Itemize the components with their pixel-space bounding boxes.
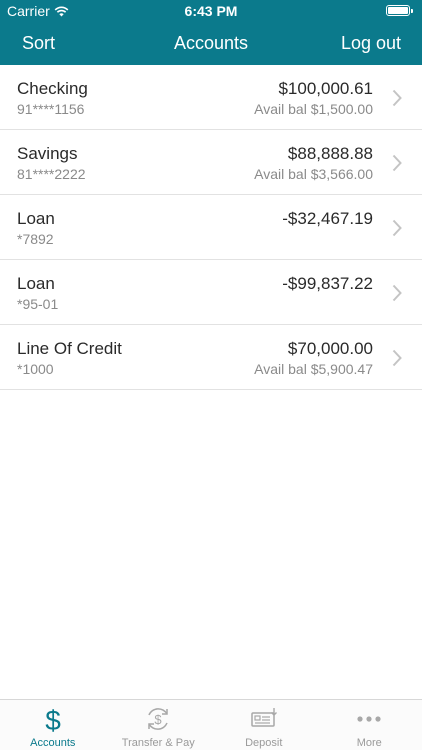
account-name: Line Of Credit — [17, 339, 122, 358]
tab-transfer-pay-label: Transfer & Pay — [121, 737, 195, 749]
tab-more[interactable]: More — [317, 700, 422, 750]
account-row-savings[interactable]: Savings 81****2222 $88,888.88 Avail bal … — [0, 130, 422, 195]
account-name: Loan — [17, 274, 55, 293]
status-bar: Carrier 6:43 PM — [0, 0, 422, 22]
account-name: Savings — [17, 144, 78, 163]
available-balance: Avail bal $3,566.00 — [254, 166, 373, 182]
account-number: *95-01 — [17, 296, 59, 312]
tab-deposit-label: Deposit — [245, 737, 283, 749]
battery-icon — [386, 5, 413, 16]
account-balance: -$32,467.19 — [282, 209, 373, 228]
account-balance: -$99,837.22 — [282, 274, 373, 293]
tab-transfer-pay[interactable]: $ Transfer & Pay — [106, 700, 212, 750]
account-row-loan-95-01[interactable]: Loan *95-01 -$99,837.22 — [0, 260, 422, 325]
chevron-right-icon — [392, 349, 402, 367]
svg-text:$: $ — [155, 712, 163, 727]
more-dots-icon — [357, 716, 381, 722]
chevron-right-icon — [392, 89, 402, 107]
app-header: Carrier 6:43 PM Sort Accounts Log out — [0, 0, 422, 65]
tab-deposit[interactable]: Deposit — [211, 700, 317, 750]
account-row-checking[interactable]: Checking 91****1156 $100,000.61 Avail ba… — [0, 65, 422, 130]
account-number: *1000 — [17, 361, 54, 377]
dollar-icon: $ — [45, 705, 61, 733]
tab-more-label: More — [356, 737, 382, 749]
logout-button[interactable]: Log out — [341, 33, 401, 54]
account-number: 91****1156 — [17, 101, 85, 117]
transfer-dollar-icon: $ — [148, 708, 168, 730]
status-time: 6:43 PM — [184, 3, 238, 19]
account-name: Checking — [17, 79, 88, 98]
account-row-line-of-credit[interactable]: Line Of Credit *1000 $70,000.00 Avail ba… — [0, 325, 422, 390]
accounts-list: Checking 91****1156 $100,000.61 Avail ba… — [0, 65, 422, 390]
available-balance: Avail bal $5,900.47 — [254, 361, 373, 377]
svg-text:$: $ — [45, 705, 61, 733]
account-balance: $100,000.61 — [278, 79, 373, 98]
chevron-right-icon — [392, 154, 402, 172]
tab-accounts[interactable]: $ Accounts — [0, 700, 106, 750]
tab-accounts-label: Accounts — [30, 737, 76, 749]
chevron-right-icon — [392, 219, 402, 237]
available-balance: Avail bal $1,500.00 — [254, 101, 373, 117]
tab-bar: $ Accounts $ Transfer & Pay Deposit More — [0, 699, 422, 750]
check-deposit-icon — [251, 708, 277, 727]
account-balance: $70,000.00 — [287, 339, 373, 358]
account-row-loan-7892[interactable]: Loan *7892 -$32,467.19 — [0, 195, 422, 260]
account-number: *7892 — [17, 231, 54, 247]
account-name: Loan — [17, 209, 55, 228]
chevron-right-icon — [392, 284, 402, 302]
account-number: 81****2222 — [17, 166, 86, 182]
account-balance: $88,888.88 — [287, 144, 373, 163]
